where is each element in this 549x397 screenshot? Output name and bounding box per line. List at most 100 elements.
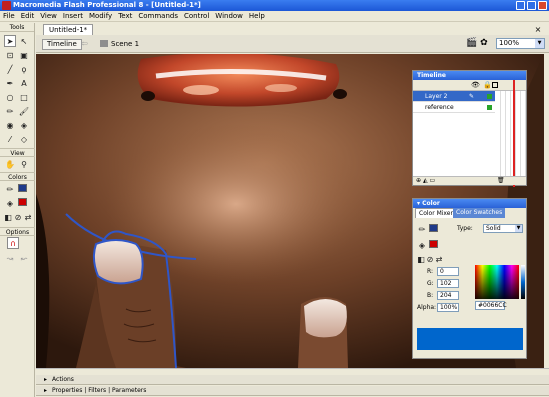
pen-tool-icon[interactable]: ✒ — [4, 77, 16, 89]
menu-help[interactable]: Help — [246, 11, 268, 22]
edit-scene-icon[interactable]: 🎬 — [466, 38, 477, 48]
window-title: Macromedia Flash Professional 8 - [Untit… — [13, 1, 201, 9]
zoom-select[interactable]: 100% ▼ — [496, 38, 545, 49]
color-panel-title: ▾ Color — [413, 199, 526, 208]
close-document-icon[interactable]: × — [532, 24, 544, 35]
scene-breadcrumb[interactable]: Scene 1 — [100, 39, 139, 50]
color-spectrum[interactable] — [475, 265, 519, 299]
menu-window[interactable]: Window — [212, 11, 246, 22]
menu-file[interactable]: File — [0, 11, 18, 22]
view-header: View — [0, 148, 35, 157]
chevron-down-icon: ▼ — [515, 225, 522, 232]
timeline-toggle-button[interactable]: Timeline — [42, 39, 82, 50]
add-guide-icon[interactable]: ◭ — [423, 177, 428, 184]
g-label: G: — [427, 280, 434, 287]
b-label: B: — [427, 292, 434, 299]
tools-panel: Tools ➤ ↖ ⊡ ▣ ╱ ϙ ✒ A ○ □ ✏ 🖌 ◉ ◈ ⁄ ◇ Vi… — [0, 23, 35, 397]
swap-colors-icon[interactable]: ⇄ — [22, 211, 34, 223]
hex-input[interactable]: #0066CC — [475, 301, 507, 310]
stroke-color-swatch[interactable] — [429, 224, 438, 232]
back-arrow-icon[interactable]: ⇦ — [81, 39, 88, 48]
pencil-tool-icon[interactable]: ✏ — [4, 105, 16, 117]
ink-bottle-tool-icon[interactable]: ◉ — [4, 119, 16, 131]
actions-panel-bar[interactable]: ▸ Actions — [36, 375, 549, 385]
layer-name: reference — [425, 104, 454, 111]
menu-commands[interactable]: Commands — [135, 11, 181, 22]
lasso-tool-icon[interactable]: ϙ — [18, 63, 30, 75]
fill-bucket-icon: ◈ — [6, 198, 14, 208]
eyedropper-tool-icon[interactable]: ⁄ — [4, 133, 16, 145]
tab-color-swatches[interactable]: Color Swatches — [453, 208, 506, 218]
menu-text[interactable]: Text — [115, 11, 135, 22]
color-preview-swatch — [417, 328, 523, 350]
tab-color-mixer[interactable]: Color Mixer — [415, 208, 457, 218]
oval-tool-icon[interactable]: ○ — [4, 91, 16, 103]
fill-color-swatch[interactable] — [18, 198, 27, 206]
layer-row[interactable]: reference — [413, 102, 495, 113]
selection-tool-icon[interactable]: ➤ — [4, 35, 16, 47]
layer-name: Layer 2 — [425, 93, 448, 100]
parameters-label: Parameters — [112, 387, 147, 394]
b-input[interactable]: 204 — [437, 291, 459, 300]
close-button[interactable] — [538, 1, 547, 10]
gradient-transform-tool-icon[interactable]: ▣ — [18, 49, 30, 61]
title-bar: Macromedia Flash Professional 8 - [Untit… — [0, 0, 549, 11]
maximize-button[interactable] — [527, 1, 536, 10]
menu-modify[interactable]: Modify — [86, 11, 115, 22]
alpha-input[interactable]: 100% — [437, 303, 459, 312]
eraser-tool-icon[interactable]: ◇ — [18, 133, 30, 145]
properties-label: Properties — [52, 387, 83, 394]
smooth-icon[interactable]: ↝ — [4, 252, 16, 264]
r-label: R: — [427, 268, 434, 275]
line-tool-icon[interactable]: ╱ — [4, 63, 16, 75]
playhead[interactable] — [513, 80, 515, 187]
layer-row[interactable]: Layer 2 ✎ — [413, 91, 495, 102]
scene-icon — [100, 40, 108, 47]
subselection-tool-icon[interactable]: ↖ — [18, 35, 30, 47]
g-input[interactable]: 102 — [437, 279, 459, 288]
expand-arrow-icon: ▸ — [44, 387, 48, 394]
eye-icon[interactable]: 👁 — [471, 81, 480, 89]
horizontal-scrollbar[interactable] — [36, 368, 549, 375]
brightness-slider[interactable] — [521, 265, 525, 299]
brush-tool-icon[interactable]: 🖌 — [18, 105, 30, 117]
menu-insert[interactable]: Insert — [60, 11, 86, 22]
minimize-button[interactable] — [516, 1, 525, 10]
rectangle-tool-icon[interactable]: □ — [18, 91, 30, 103]
edit-scene-icons: 🎬 ✿ — [466, 38, 488, 48]
chevron-down-icon: ▼ — [535, 39, 544, 48]
menu-control[interactable]: Control — [181, 11, 212, 22]
menu-view[interactable]: View — [37, 11, 60, 22]
properties-panel-bar[interactable]: ▸ Properties | Filters | Parameters — [36, 386, 549, 396]
add-layer-icon[interactable]: ⊕ — [416, 177, 421, 184]
swap-colors-icon[interactable]: ⇄ — [433, 253, 445, 265]
document-tab[interactable]: Untitled-1* — [43, 24, 94, 35]
zoom-value: 100% — [499, 39, 520, 47]
stroke-color-swatch[interactable] — [18, 184, 27, 192]
free-transform-tool-icon[interactable]: ⊡ — [4, 49, 16, 61]
r-input[interactable]: 0 — [437, 267, 459, 276]
color-title: Color — [422, 200, 440, 207]
frames-area[interactable] — [496, 91, 526, 185]
add-folder-icon[interactable]: ▭ — [430, 177, 436, 184]
color-panel: ▾ Color Color Mixer Color Swatches ✏ ◈ ◧… — [412, 198, 527, 359]
stroke-pencil-icon: ✏ — [418, 224, 426, 234]
paint-bucket-tool-icon[interactable]: ◈ — [18, 119, 30, 131]
timeline-footer: ⊕ ◭ ▭ 🗑 — [413, 176, 526, 185]
menu-edit[interactable]: Edit — [18, 11, 38, 22]
vertical-scrollbar[interactable] — [544, 54, 549, 368]
snap-magnet-icon[interactable]: ∩ — [7, 237, 19, 249]
lock-icon[interactable]: 🔒 — [483, 81, 492, 89]
type-select[interactable]: Solid ▼ — [483, 224, 523, 233]
text-tool-icon[interactable]: A — [18, 77, 30, 89]
straighten-icon[interactable]: ↜ — [18, 252, 30, 264]
edit-symbols-icon[interactable]: ✿ — [480, 38, 488, 48]
zoom-tool-icon[interactable]: ⚲ — [18, 158, 30, 170]
actions-label: Actions — [52, 376, 74, 383]
hand-tool-icon[interactable]: ✋ — [4, 158, 16, 170]
outline-icon[interactable] — [492, 82, 498, 88]
layer-color-swatch — [487, 94, 492, 99]
stroke-pencil-icon: ✏ — [6, 184, 14, 194]
fill-color-swatch[interactable] — [429, 240, 438, 248]
trash-icon[interactable]: 🗑 — [497, 177, 505, 184]
